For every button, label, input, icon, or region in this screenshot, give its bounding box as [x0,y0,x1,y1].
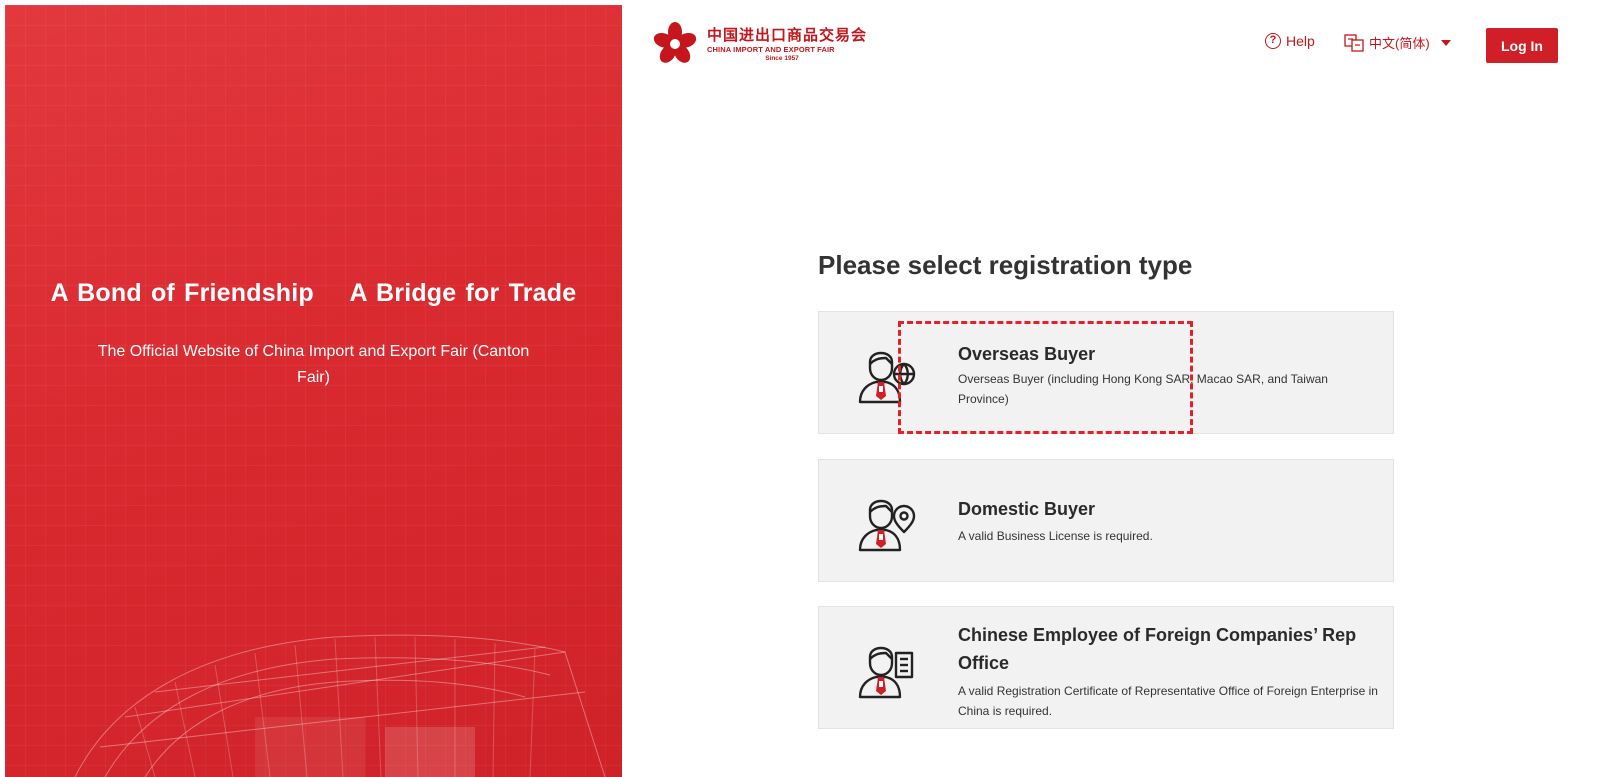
hero-subtitle: The Official Website of China Import and… [97,343,530,386]
hero-title: A Bond of Friendship A Bridge for Trade [50,279,577,307]
building-illustration [74,634,606,777]
logo-since: Since 1957 [765,55,799,62]
option-title: Chinese Employee of Foreign Companies’ R… [958,625,1357,673]
help-label: Help [1286,33,1315,49]
option-title: Overseas Buyer [958,344,1096,364]
caret-down-icon [1440,39,1451,46]
login-button[interactable]: Log In [1486,28,1558,63]
language-label: 中文(简体) [1369,36,1430,51]
page-title: Please select registration type [818,250,1193,280]
option-title: Domestic Buyer [958,499,1096,519]
question-circle-icon: ? [1265,33,1281,49]
registration-option-domestic-buyer[interactable]: Domestic Buyer A valid Business License … [818,459,1394,582]
hero-panel: A Bond of Friendship A Bridge for Trade … [5,5,622,777]
rep-office-employee-icon [858,646,914,699]
option-description: A valid Business License is required. [958,529,1153,543]
domestic-buyer-icon [858,499,916,552]
option-description: A valid Registration Certificate of Repr… [958,684,1378,718]
logo-chinese-name: 中国进出口商品交易会 [707,26,868,44]
registration-option-rep-office-employee[interactable]: Chinese Employee of Foreign Companies’ R… [818,606,1394,729]
help-link[interactable]: ? Help [1265,33,1315,49]
overseas-buyer-icon [858,351,916,404]
language-icon [1344,33,1364,52]
canton-fair-logo[interactable]: 中国进出口商品交易会 CHINA IMPORT AND EXPORT FAIR … [651,22,866,66]
flower-logo-icon [653,22,697,63]
language-selector[interactable]: 中文(简体) [1344,33,1451,52]
registration-option-overseas-buyer[interactable]: Overseas Buyer Overseas Buyer (including… [818,311,1394,434]
logo-english-name: CHINA IMPORT AND EXPORT FAIR [707,45,835,54]
option-description: Overseas Buyer (including Hong Kong SAR,… [958,372,1328,406]
